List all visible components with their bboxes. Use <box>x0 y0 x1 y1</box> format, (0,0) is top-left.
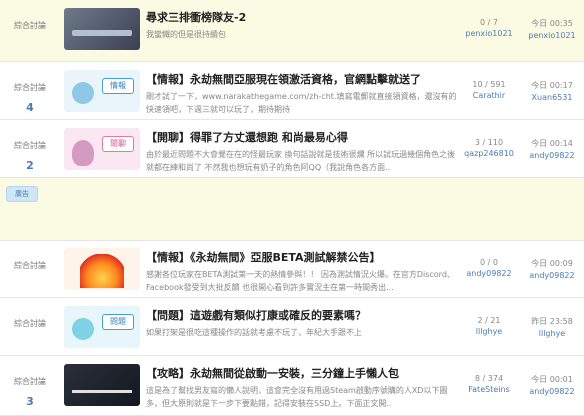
reply-stats: 10 / 591 <box>472 80 506 89</box>
ad-button[interactable]: 廣告 <box>6 186 38 202</box>
stats-cell: 8 / 374 FateSteins <box>458 356 520 415</box>
thread-main: 【開聊】得罪了方丈還想跑 和尚最易心得 由於最近問題不大會覺在在的怪最玩家 換句… <box>146 120 458 177</box>
last-user-link[interactable]: lllghye <box>520 329 584 338</box>
mascot-icon <box>72 318 94 340</box>
category-cell: 綜合討論 2 <box>0 120 60 177</box>
category-label[interactable]: 綜合討論 <box>14 377 46 386</box>
thread-row[interactable]: 綜合討論 2 閒聊 【開聊】得罪了方丈還想跑 和尚最易心得 由於最近問題不大會覺… <box>0 120 584 178</box>
stats-cell: 0 / 0 andy09822 <box>458 240 520 297</box>
thread-thumbnail[interactable]: 情報 <box>64 70 140 112</box>
mascot-icon <box>72 82 94 104</box>
thread-title[interactable]: 【開聊】得罪了方丈還想跑 和尚最易心得 <box>146 129 458 145</box>
thread-desc: 感謝各位玩家在BETA測試第一天的熱情參與！！ 因為測試情況火爆。在官方Disc… <box>146 270 455 292</box>
last-time: 今日 00:35 <box>531 19 573 28</box>
author-link[interactable]: Carathir <box>458 91 520 100</box>
thread-main: 【情報】永劫無間亞服現在領激活資格，官網點擊就送了 剛才試了一下，www.nar… <box>146 62 458 119</box>
thread-main: 【情報】《永劫無間》亞服BETA測試解禁公告】 感謝各位玩家在BETA測試第一天… <box>146 240 458 297</box>
reply-badge: 3 <box>26 395 34 408</box>
author-link[interactable]: penxio1021 <box>458 29 520 38</box>
category-cell: 綜合討論 <box>0 240 60 297</box>
thumb-detail <box>72 30 132 36</box>
last-user-link[interactable]: andy09822 <box>520 151 584 160</box>
stats-cell: 3 / 110 qazp246810 <box>458 120 520 177</box>
reply-stats: 3 / 110 <box>474 138 504 147</box>
thread-row[interactable]: 綜合討論 問題 【問題】這遊戲有類似打康或確反的要素嗎？ 如果打架是很吃這種操作… <box>0 298 584 356</box>
thread-desc: 由於最近問題不大會覺在在的怪最玩家 換句話說就是技術很爛 所以試玩過幾個角色之後… <box>146 150 456 172</box>
reply-badge: 2 <box>26 159 34 172</box>
last-time: 今日 00:17 <box>531 81 573 90</box>
thread-row[interactable]: 綜合討論 【情報】《永劫無間》亞服BETA測試解禁公告】 感謝各位玩家在BETA… <box>0 240 584 298</box>
thread-list: 綜合討論 尋求三排衝榜隊友-2 我蠻鐵的但是很持續包 0 / 7 penxio1… <box>0 0 584 416</box>
question-tag: 問題 <box>102 314 134 330</box>
chat-tag: 閒聊 <box>102 136 134 152</box>
thread-main: 【攻略】永劫無間從啟動一安裝，三分鐘上手懶人包 這是為了幫找男友寫的懶人說明，這… <box>146 356 458 415</box>
reply-stats: 2 / 21 <box>477 316 501 325</box>
thread-desc: 我蠻鐵的但是很持續包 <box>146 30 226 39</box>
last-user-link[interactable]: Xuan6531 <box>520 93 584 102</box>
category-cell: 綜合討論 <box>0 298 60 355</box>
last-reply-cell: 今日 00:35 penxio1021 <box>520 0 584 61</box>
category-cell: 綜合討論 4 <box>0 62 60 119</box>
thread-thumbnail[interactable] <box>64 8 140 50</box>
thread-main: 【問題】這遊戲有類似打康或確反的要素嗎？ 如果打架是很吃這種操作的話就考慮不玩了… <box>146 298 458 355</box>
thread-thumbnail[interactable]: 閒聊 <box>64 128 140 170</box>
category-cell: 綜合討論 <box>0 0 60 61</box>
category-label[interactable]: 綜合討論 <box>14 261 46 270</box>
stats-cell: 0 / 7 penxio1021 <box>458 0 520 61</box>
thread-desc: 剛才試了一下，www.narakathegame.com/zh-cht.填寫電郵… <box>146 92 457 114</box>
last-time: 昨日 23:58 <box>531 317 573 326</box>
last-user-link[interactable]: penxio1021 <box>520 31 584 40</box>
reply-stats: 0 / 7 <box>480 18 498 27</box>
thread-row[interactable]: 綜合討論 3 【攻略】永劫無間從啟動一安裝，三分鐘上手懶人包 這是為了幫找男友寫… <box>0 356 584 416</box>
last-time: 今日 00:09 <box>531 259 573 268</box>
category-label[interactable]: 綜合討論 <box>14 141 46 150</box>
thread-title[interactable]: 【攻略】永劫無間從啟動一安裝，三分鐘上手懶人包 <box>146 365 458 381</box>
last-time: 今日 00:01 <box>531 375 573 384</box>
reply-stats: 8 / 374 <box>474 374 504 383</box>
thread-title[interactable]: 【情報】永劫無間亞服現在領激活資格，官網點擊就送了 <box>146 71 458 87</box>
reply-stats: 0 / 0 <box>480 258 498 267</box>
author-link[interactable]: FateSteins <box>458 385 520 394</box>
last-user-link[interactable]: andy09822 <box>520 387 584 396</box>
stats-cell: 10 / 591 Carathir <box>458 62 520 119</box>
thread-title[interactable]: 【問題】這遊戲有類似打康或確反的要素嗎？ <box>146 307 458 323</box>
thread-title[interactable]: 【情報】《永劫無間》亞服BETA測試解禁公告】 <box>146 249 458 265</box>
thread-thumbnail[interactable]: 問題 <box>64 306 140 348</box>
last-reply-cell: 今日 00:14 andy09822 <box>520 120 584 177</box>
last-user-link[interactable]: andy09822 <box>520 271 584 280</box>
category-label[interactable]: 綜合討論 <box>14 21 46 30</box>
mascot-icon <box>72 140 94 166</box>
thread-desc: 如果打架是很吃這種操作的話就考慮不玩了，年紀大手跟不上 <box>146 328 362 337</box>
thread-row[interactable]: 綜合討論 4 情報 【情報】永劫無間亞服現在領激活資格，官網點擊就送了 剛才試了… <box>0 62 584 120</box>
stats-cell: 2 / 21 lllghye <box>458 298 520 355</box>
fire-icon <box>80 254 124 288</box>
last-time: 今日 00:14 <box>531 139 573 148</box>
thread-row[interactable]: 綜合討論 尋求三排衝榜隊友-2 我蠻鐵的但是很持續包 0 / 7 penxio1… <box>0 0 584 62</box>
last-reply-cell: 昨日 23:58 lllghye <box>520 298 584 355</box>
author-link[interactable]: lllghye <box>458 327 520 336</box>
thread-desc: 這是為了幫找男友寫的懶人說明，這會完全沒有用過Steam啟動序號購的人XD以下圖… <box>146 386 448 408</box>
author-link[interactable]: qazp246810 <box>458 149 520 158</box>
category-label[interactable]: 綜合討論 <box>14 83 46 92</box>
category-cell: 綜合討論 3 <box>0 356 60 415</box>
author-link[interactable]: andy09822 <box>458 269 520 278</box>
category-label[interactable]: 綜合討論 <box>14 319 46 328</box>
thread-thumbnail[interactable] <box>64 364 140 406</box>
info-tag: 情報 <box>102 78 134 94</box>
last-reply-cell: 今日 00:09 andy09822 <box>520 240 584 297</box>
reply-badge: 4 <box>26 101 34 114</box>
thread-title[interactable]: 尋求三排衝榜隊友-2 <box>146 9 458 25</box>
thread-main: 尋求三排衝榜隊友-2 我蠻鐵的但是很持續包 <box>146 0 458 61</box>
last-reply-cell: 今日 00:17 Xuan6531 <box>520 62 584 119</box>
last-reply-cell: 今日 00:01 andy09822 <box>520 356 584 415</box>
thumb-detail <box>72 390 132 393</box>
thread-thumbnail[interactable] <box>64 248 140 290</box>
ad-separator: 廣告 <box>0 178 584 241</box>
